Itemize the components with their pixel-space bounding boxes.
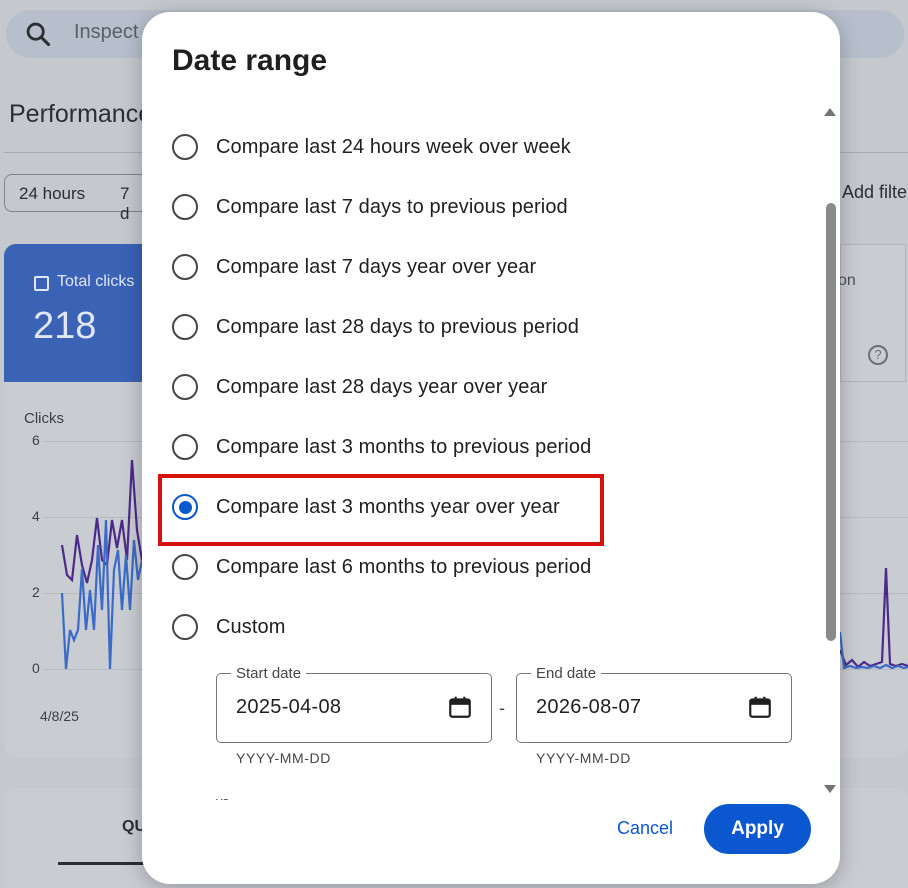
scrollbar-thumb[interactable] bbox=[826, 203, 836, 641]
radio-option-label: Compare last 24 hours week over week bbox=[216, 135, 571, 158]
scroll-down-arrow[interactable] bbox=[824, 785, 836, 793]
active-tab-indicator bbox=[58, 862, 148, 865]
radio-option[interactable]: Custom bbox=[172, 607, 286, 647]
radio-option[interactable]: Compare last 3 months year over year bbox=[172, 487, 560, 527]
date-range-dialog: Date range Compare last 24 hours week ov… bbox=[142, 12, 840, 884]
radio-option-label: Compare last 7 days year over year bbox=[216, 255, 537, 278]
radio-option[interactable]: Compare last 24 hours week over week bbox=[172, 127, 571, 167]
series-line-current bbox=[60, 519, 144, 670]
radio-unchecked-icon[interactable] bbox=[172, 374, 198, 400]
dialog-title: Date range bbox=[172, 44, 328, 77]
radio-option[interactable]: Compare last 28 days to previous period bbox=[172, 307, 579, 347]
radio-option-label: Compare last 28 days to previous period bbox=[216, 315, 579, 338]
radio-option[interactable]: Compare last 6 months to previous period bbox=[172, 547, 591, 587]
end-date-label: End date bbox=[531, 665, 602, 682]
calendar-icon[interactable] bbox=[447, 694, 473, 720]
vs-label: vs bbox=[216, 794, 229, 800]
radio-unchecked-icon[interactable] bbox=[172, 194, 198, 220]
cancel-button[interactable]: Cancel bbox=[602, 808, 688, 848]
radio-checked-icon[interactable] bbox=[172, 494, 198, 520]
start-date-label: Start date bbox=[231, 665, 307, 682]
radio-option[interactable]: Compare last 28 days year over year bbox=[172, 367, 547, 407]
start-date-field[interactable]: Start date 2025-04-08 bbox=[216, 665, 492, 743]
end-date-field[interactable]: End date 2026-08-07 bbox=[516, 665, 792, 743]
radio-option-label: Compare last 28 days year over year bbox=[216, 375, 548, 398]
start-date-hint: YYYY-MM-DD bbox=[236, 750, 331, 766]
end-date-input[interactable]: 2026-08-07 bbox=[536, 696, 641, 719]
calendar-icon[interactable] bbox=[747, 694, 773, 720]
radio-option[interactable]: Compare last 7 days to previous period bbox=[172, 187, 568, 227]
radio-option[interactable]: Compare last 3 months to previous period bbox=[172, 427, 591, 467]
dialog-scroll-region[interactable]: Compare last 24 hours week over week Comp… bbox=[142, 108, 840, 800]
radio-unchecked-icon[interactable] bbox=[172, 134, 198, 160]
scroll-up-arrow[interactable] bbox=[824, 108, 836, 116]
radio-option-label: Compare last 6 months to previous period bbox=[216, 555, 592, 578]
radio-unchecked-icon[interactable] bbox=[172, 554, 198, 580]
radio-option[interactable]: Compare last 7 days year over year bbox=[172, 247, 536, 287]
radio-unchecked-icon[interactable] bbox=[172, 314, 198, 340]
radio-option-label: Compare last 3 months year over year bbox=[216, 495, 560, 518]
series-line-previous-right bbox=[838, 567, 908, 669]
radio-option-label: Compare last 7 days to previous period bbox=[216, 195, 568, 218]
series-line-previous bbox=[60, 459, 144, 584]
radio-unchecked-icon[interactable] bbox=[172, 254, 198, 280]
date-separator: - bbox=[499, 698, 505, 718]
end-date-hint: YYYY-MM-DD bbox=[536, 750, 631, 766]
radio-unchecked-icon[interactable] bbox=[172, 434, 198, 460]
radio-unchecked-icon[interactable] bbox=[172, 614, 198, 640]
apply-button[interactable]: Apply bbox=[704, 804, 811, 854]
radio-option-label: Custom bbox=[216, 615, 286, 638]
radio-dot bbox=[178, 500, 192, 514]
start-date-input[interactable]: 2025-04-08 bbox=[236, 696, 341, 719]
radio-option-label: Compare last 3 months to previous period bbox=[216, 435, 592, 458]
